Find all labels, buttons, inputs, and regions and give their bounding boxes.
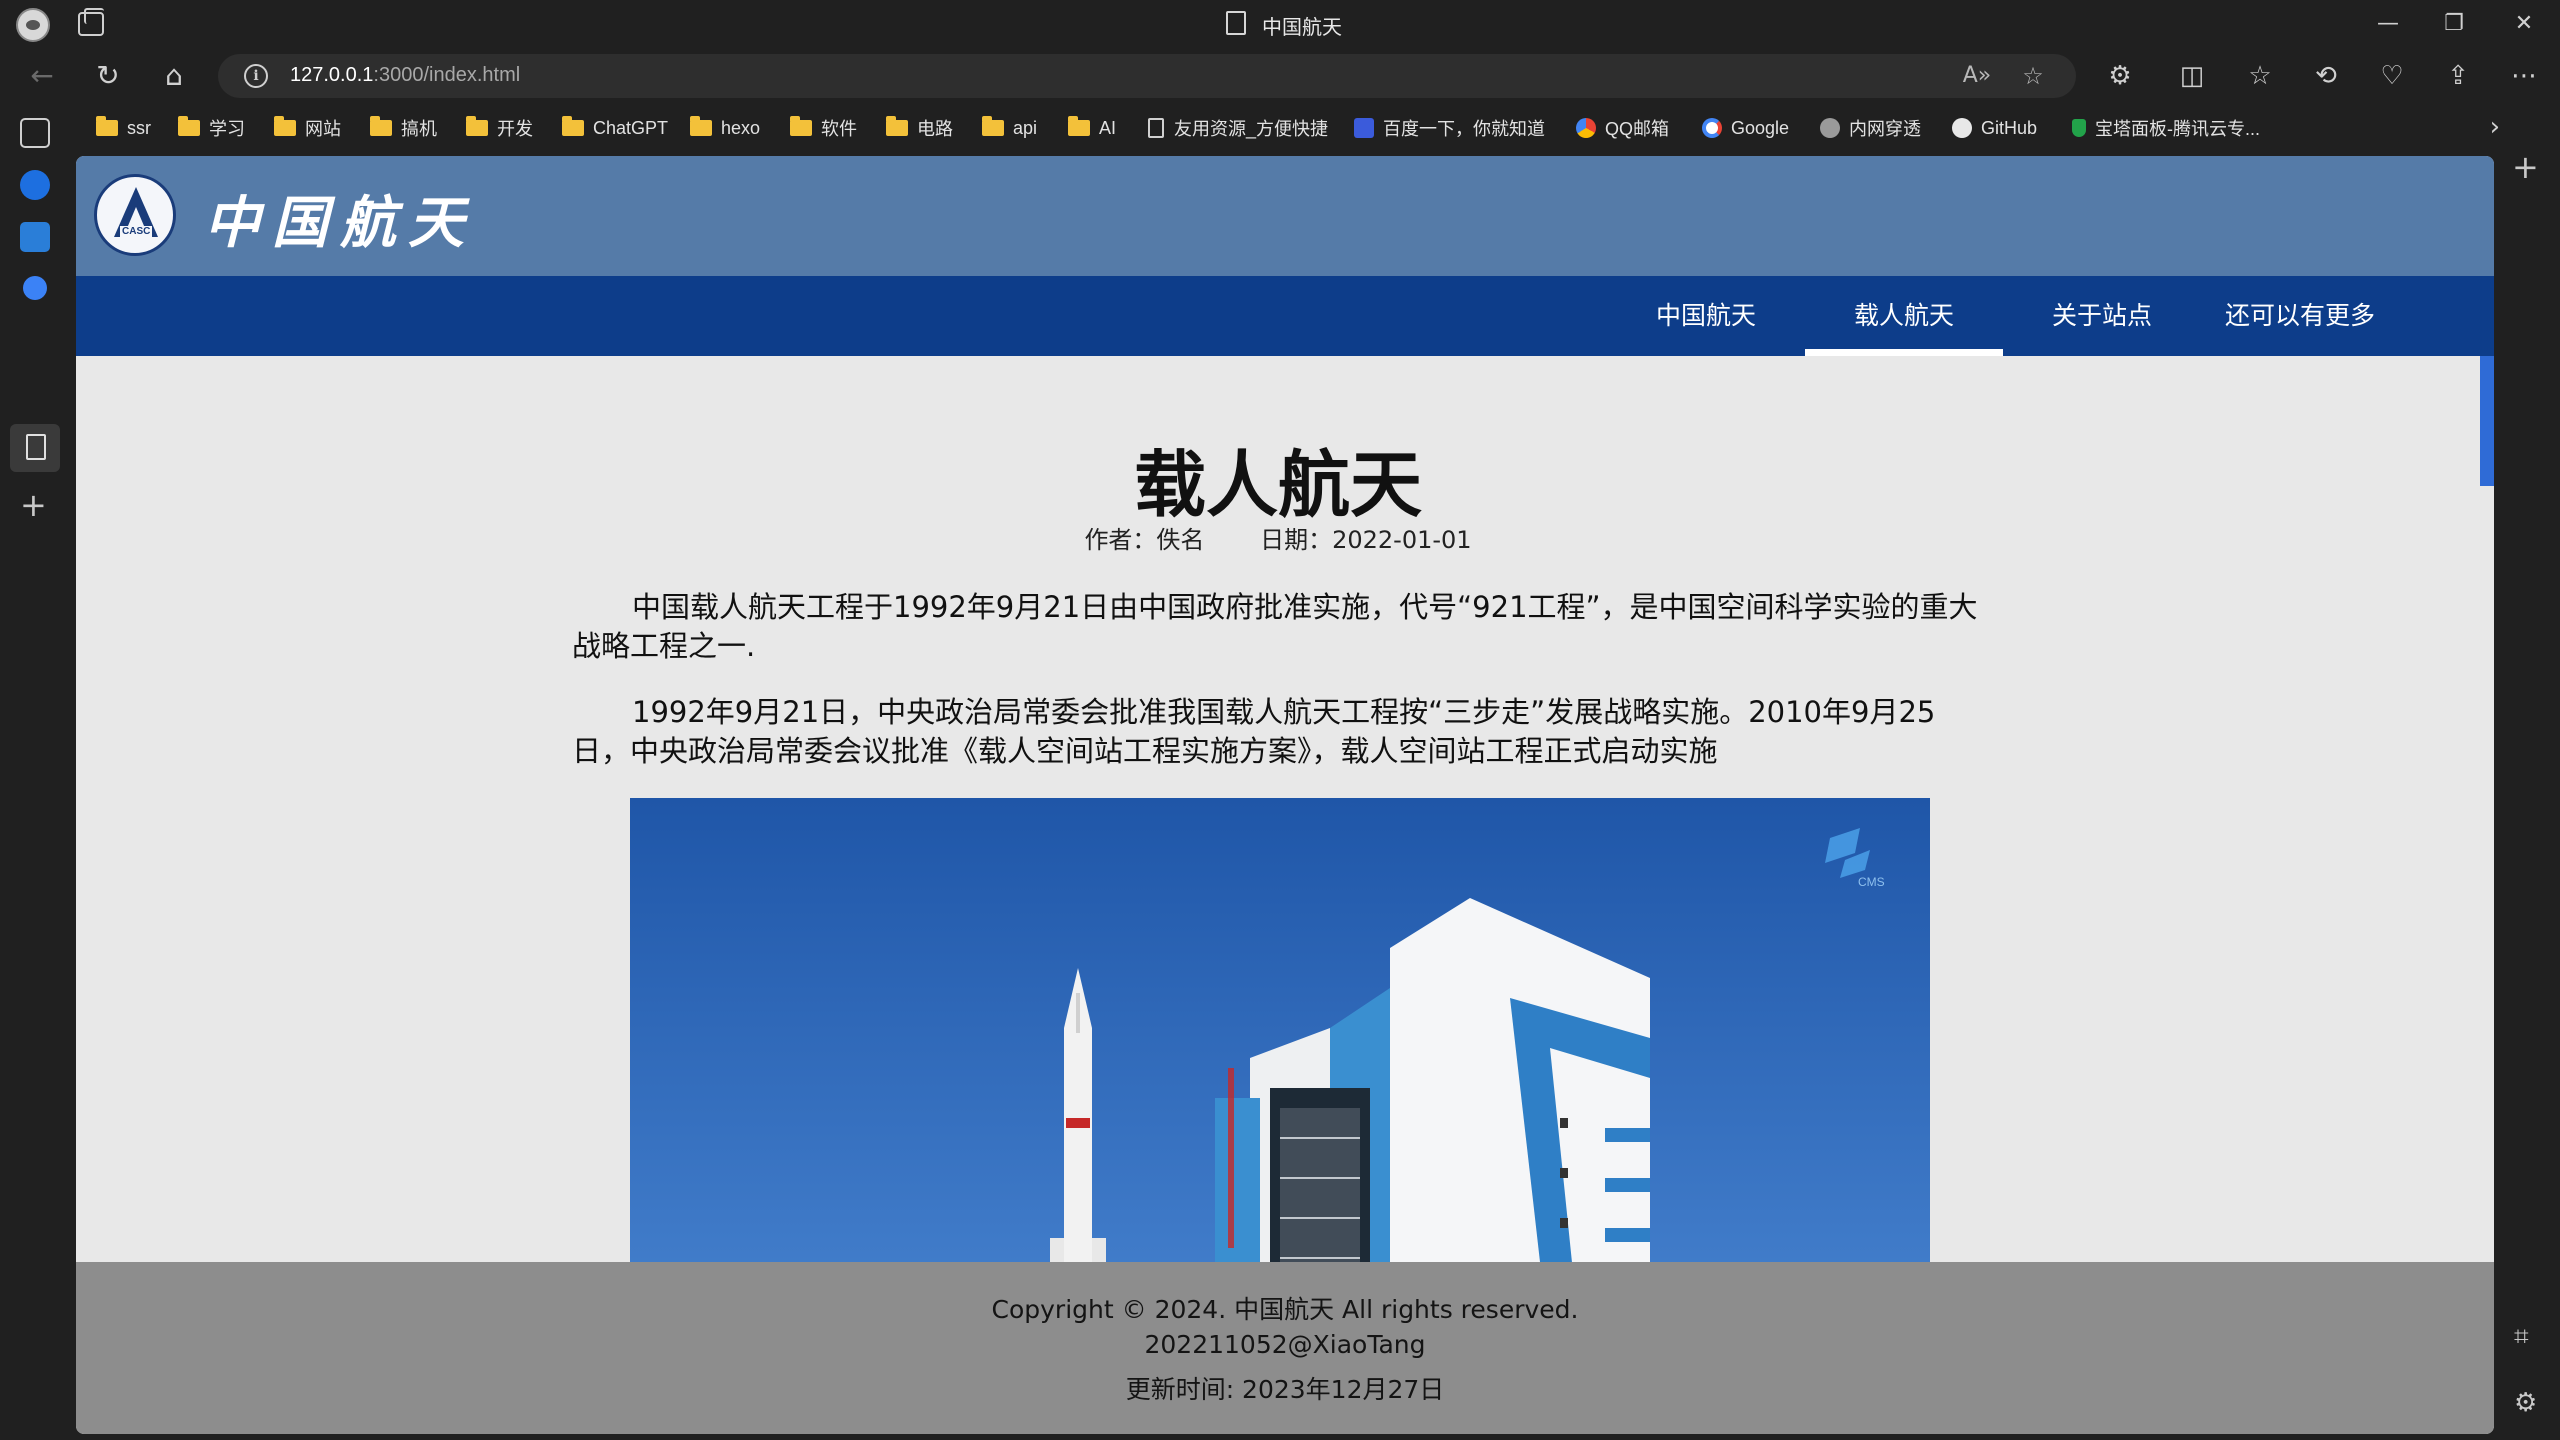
folder-icon bbox=[886, 116, 908, 136]
title-bar: 中国航天 — ❐ ✕ bbox=[0, 0, 2560, 48]
github-icon bbox=[1952, 118, 1972, 138]
site-navigation: 中国航天 载人航天 关于站点 还可以有更多 bbox=[76, 276, 2494, 356]
split-screen-icon[interactable]: ◫ bbox=[2170, 56, 2214, 96]
folder-icon bbox=[370, 116, 392, 136]
footer-updated: 更新时间: 2023年12月27日 bbox=[1125, 1375, 1445, 1404]
folder-icon bbox=[466, 116, 488, 136]
bookmark-folder-circuits[interactable]: 电路 bbox=[886, 114, 953, 142]
bookmark-folder-websites[interactable]: 网站 bbox=[274, 114, 341, 142]
folder-icon bbox=[1068, 116, 1090, 136]
bookmarks-overflow-chevron-icon[interactable]: › bbox=[2490, 112, 2500, 142]
folder-icon bbox=[690, 116, 712, 136]
home-icon[interactable]: ⌂ bbox=[152, 56, 196, 96]
refresh-icon[interactable]: ↻ bbox=[86, 56, 130, 96]
folder-icon bbox=[790, 116, 812, 136]
tab-favicon-chat-icon[interactable] bbox=[23, 276, 47, 300]
edge-sidebar: + ⌗ ⚙ bbox=[2494, 104, 2560, 1440]
article: 载人航天 作者：佚名 日期：2022-01-01 中国载人航天工程于1992年9… bbox=[76, 356, 2480, 1418]
article-meta: 作者：佚名 日期：2022-01-01 bbox=[76, 520, 2480, 555]
page-scrollbar-track[interactable] bbox=[2481, 356, 2494, 1418]
site-name: 中国航天 bbox=[204, 190, 476, 256]
share-icon[interactable]: ⇪ bbox=[2436, 56, 2480, 96]
article-date: 日期：2022-01-01 bbox=[1260, 526, 1472, 554]
more-options-icon[interactable]: ⋯ bbox=[2502, 56, 2546, 96]
bookmark-friendly-resources[interactable]: 友用资源_方便快捷 bbox=[1148, 114, 1328, 142]
read-aloud-icon[interactable]: A» bbox=[1962, 62, 1992, 90]
add-sidebar-app-icon[interactable]: + bbox=[2512, 148, 2539, 186]
bookmark-folder-api[interactable]: api bbox=[982, 114, 1037, 142]
article-paragraph: 中国载人航天工程于1992年9月21日由中国政府批准实施，代号“921工程”，是… bbox=[572, 590, 1978, 663]
folder-icon bbox=[562, 116, 584, 136]
tab-favicon-blog-icon[interactable] bbox=[20, 222, 50, 252]
bookmark-folder-software[interactable]: 软件 bbox=[790, 114, 857, 142]
bookmark-qq-mail[interactable]: QQ邮箱 bbox=[1576, 114, 1669, 142]
bookmark-folder-chatgpt[interactable]: ChatGPT bbox=[562, 114, 668, 142]
site-info-icon[interactable]: i bbox=[244, 64, 268, 88]
favorites-icon[interactable]: ☆ bbox=[2238, 56, 2282, 96]
minimize-icon[interactable]: — bbox=[2358, 6, 2418, 42]
footer-author: 202211052@XiaoTang bbox=[1144, 1330, 1426, 1359]
tab-favicon-document-icon[interactable] bbox=[26, 434, 46, 460]
sidebar-settings-gear-icon[interactable]: ⚙ bbox=[2514, 1388, 2537, 1418]
folder-icon bbox=[274, 116, 296, 136]
qq-mail-icon bbox=[1576, 118, 1596, 138]
article-author: 作者：佚名 bbox=[1084, 526, 1205, 554]
page-scrollbar-thumb[interactable] bbox=[2480, 356, 2494, 486]
nav-item-manned-spaceflight[interactable]: 载人航天 bbox=[1805, 276, 2003, 356]
site-footer: Copyright © 2024. 中国航天 All rights reserv… bbox=[76, 1262, 2494, 1434]
bookmark-folder-ssr[interactable]: ssr bbox=[96, 114, 151, 142]
back-arrow-icon[interactable]: ← bbox=[20, 56, 64, 96]
nav-item-about-site[interactable]: 关于站点 bbox=[2003, 276, 2201, 356]
casc-logo-icon[interactable] bbox=[94, 174, 176, 256]
folder-icon bbox=[178, 116, 200, 136]
extensions-icon[interactable]: ⚙ bbox=[2098, 56, 2142, 96]
site-header: CASC 中国航天 bbox=[76, 156, 2494, 276]
cms-watermark: CMS bbox=[1858, 875, 1885, 889]
nav-item-china-aerospace[interactable]: 中国航天 bbox=[1607, 276, 1805, 356]
bookmark-folder-tinker[interactable]: 搞机 bbox=[370, 114, 437, 142]
navigation-toolbar: ← ↻ ⌂ i 127.0.0.1:3000/index.html A» ☆ ⚙… bbox=[0, 48, 2560, 104]
screenshot-icon[interactable]: ⌗ bbox=[2514, 1322, 2529, 1353]
article-title: 载人航天 bbox=[1133, 442, 1422, 527]
bookmark-intranet-tunnel[interactable]: 内网穿透 bbox=[1820, 114, 1921, 142]
bookmark-baota-panel[interactable]: 宝塔面板-腾讯云专... bbox=[2072, 114, 2260, 142]
bookmark-folder-hexo[interactable]: hexo bbox=[690, 114, 760, 142]
bookmark-folder-dev[interactable]: 开发 bbox=[466, 114, 533, 142]
folder-icon bbox=[96, 116, 118, 136]
document-icon bbox=[1148, 118, 1164, 138]
browser-essentials-icon[interactable]: ♡ bbox=[2370, 56, 2414, 96]
new-tab-plus-icon[interactable]: + bbox=[20, 486, 47, 524]
bookmark-github[interactable]: GitHub bbox=[1952, 114, 2037, 142]
history-icon[interactable]: ⟲ bbox=[2304, 56, 2348, 96]
window-title: 中国航天 bbox=[1262, 17, 1342, 39]
bookmark-google[interactable]: Google bbox=[1702, 114, 1789, 142]
url-text[interactable]: 127.0.0.1:3000/index.html bbox=[290, 64, 520, 87]
close-icon[interactable]: ✕ bbox=[2494, 6, 2554, 42]
favorite-star-icon[interactable]: ☆ bbox=[2018, 62, 2048, 90]
workspaces-icon[interactable] bbox=[78, 8, 104, 36]
footer-copyright: Copyright © 2024. 中国航天 All rights reserv… bbox=[991, 1295, 1579, 1324]
vertical-tab-strip: + bbox=[0, 104, 70, 1440]
nav-item-more[interactable]: 还可以有更多 bbox=[2201, 276, 2399, 356]
article-paragraph: 1992年9月21日，中央政治局常委会批准我国载人航天工程按“三步走”发展战略实… bbox=[572, 695, 1936, 768]
tab-favicon-telecom-icon[interactable] bbox=[20, 170, 50, 200]
folder-icon bbox=[982, 116, 1004, 136]
bookmark-folder-study[interactable]: 学习 bbox=[178, 114, 245, 142]
bookmark-folder-ai[interactable]: AI bbox=[1068, 114, 1116, 142]
google-icon bbox=[1702, 118, 1722, 138]
restore-icon[interactable]: ❐ bbox=[2424, 6, 2484, 42]
tab-actions-icon[interactable] bbox=[20, 118, 50, 148]
profile-avatar-icon[interactable] bbox=[16, 8, 50, 42]
web-page: CASC 中国航天 中国航天 载人航天 关于站点 还可以有更多 载人航天 作者：… bbox=[76, 156, 2494, 1434]
bookmark-baidu[interactable]: 百度一下，你就知道 bbox=[1354, 114, 1545, 142]
bookmarks-bar: ssr 学习 网站 搞机 开发 ChatGPT hexo 软件 电路 api A… bbox=[76, 104, 2506, 152]
shield-icon bbox=[2072, 119, 2086, 137]
address-bar[interactable]: i 127.0.0.1:3000/index.html A» ☆ bbox=[218, 54, 2076, 98]
globe-icon bbox=[1820, 118, 1840, 138]
logo-text: CASC bbox=[120, 226, 153, 237]
baidu-paw-icon bbox=[1354, 118, 1374, 138]
page-document-icon bbox=[1226, 11, 1246, 35]
